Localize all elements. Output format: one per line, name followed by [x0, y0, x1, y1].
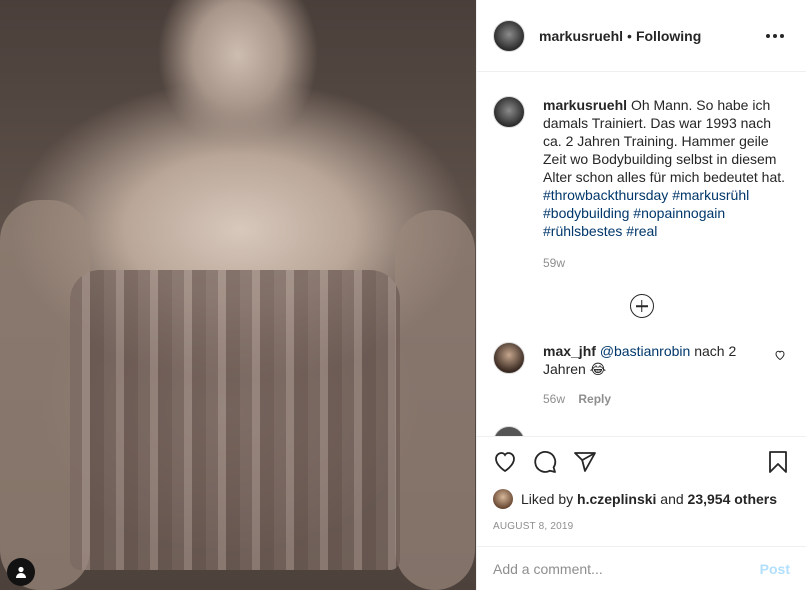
comment-username[interactable]: max_jhf [543, 343, 596, 359]
avatar[interactable] [493, 489, 513, 509]
avatar[interactable] [493, 426, 525, 436]
user-tag-icon[interactable] [7, 558, 35, 586]
comment-timestamp[interactable]: 56w [543, 392, 565, 406]
caption: markusruehl Oh Mann. So habe ich damals … [493, 72, 790, 272]
likes-user[interactable]: h.czeplinski [577, 491, 656, 507]
comment-body: max_jhf @bastianrobin nach 2 Jahren 😂 56… [543, 342, 763, 408]
add-comment-bar: Post [477, 546, 806, 590]
comment-input[interactable] [493, 560, 760, 577]
load-more-comments[interactable] [493, 294, 790, 318]
photo-arm-right [395, 210, 475, 590]
header-separator: • [627, 27, 632, 44]
following-button[interactable]: Following [636, 28, 701, 44]
hashtag-link[interactable]: #bodybuilding [543, 205, 629, 221]
hashtag-link[interactable]: #markusrühl [672, 187, 749, 203]
avatar[interactable] [493, 96, 525, 128]
comment-item: max_jhf @bastianrobin nach 2 Jahren 😂 56… [493, 342, 790, 408]
avatar[interactable] [493, 19, 525, 52]
post-date[interactable]: AUGUST 8, 2019 [493, 521, 790, 532]
comment-mention[interactable]: @bastianrobin [600, 343, 691, 359]
comment-like-heart-icon[interactable] [774, 348, 786, 364]
comment-icon[interactable] [533, 450, 557, 477]
comment-emoji: 😂 [589, 361, 607, 377]
plus-circle-icon[interactable] [629, 294, 654, 318]
post-actions: Liked by h.czeplinski and 23,954 others … [477, 436, 806, 546]
comments-list[interactable]: markusruehl Oh Mann. So habe ich damals … [477, 72, 806, 436]
hashtag-link[interactable]: #real [626, 223, 657, 239]
post-sidebar: markusruehl • Following markusruehl Oh M… [476, 0, 806, 590]
heart-icon[interactable] [493, 450, 517, 477]
bookmark-icon[interactable] [766, 450, 790, 477]
reply-button[interactable]: Reply [578, 392, 611, 406]
hashtag-link[interactable]: #rühlsbestes [543, 223, 622, 239]
comment-item [493, 426, 790, 436]
post-comment-button[interactable]: Post [760, 561, 790, 577]
likes-prefix: Liked by [521, 491, 574, 507]
hashtag-link[interactable]: #throwbackthursday [543, 187, 668, 203]
likes-others[interactable]: 23,954 others [688, 491, 778, 507]
header-username[interactable]: markusruehl [539, 28, 623, 44]
caption-timestamp[interactable]: 59w [543, 254, 790, 272]
likes-summary: Liked by h.czeplinski and 23,954 others [493, 489, 790, 509]
post-header: markusruehl • Following [477, 0, 806, 72]
photo-shirt [70, 270, 400, 570]
post-photo[interactable] [0, 0, 476, 590]
share-icon[interactable] [573, 450, 597, 477]
caption-username[interactable]: markusruehl [543, 97, 627, 113]
likes-joiner: and [660, 491, 684, 507]
post-dialog: markusruehl • Following markusruehl Oh M… [0, 0, 806, 590]
avatar[interactable] [493, 342, 525, 374]
more-icon[interactable] [760, 28, 790, 44]
action-bar [493, 437, 790, 489]
hashtag-link[interactable]: #nopainnogain [633, 205, 725, 221]
comment-meta: 56w Reply [543, 390, 763, 408]
caption-body: markusruehl Oh Mann. So habe ich damals … [543, 96, 790, 272]
